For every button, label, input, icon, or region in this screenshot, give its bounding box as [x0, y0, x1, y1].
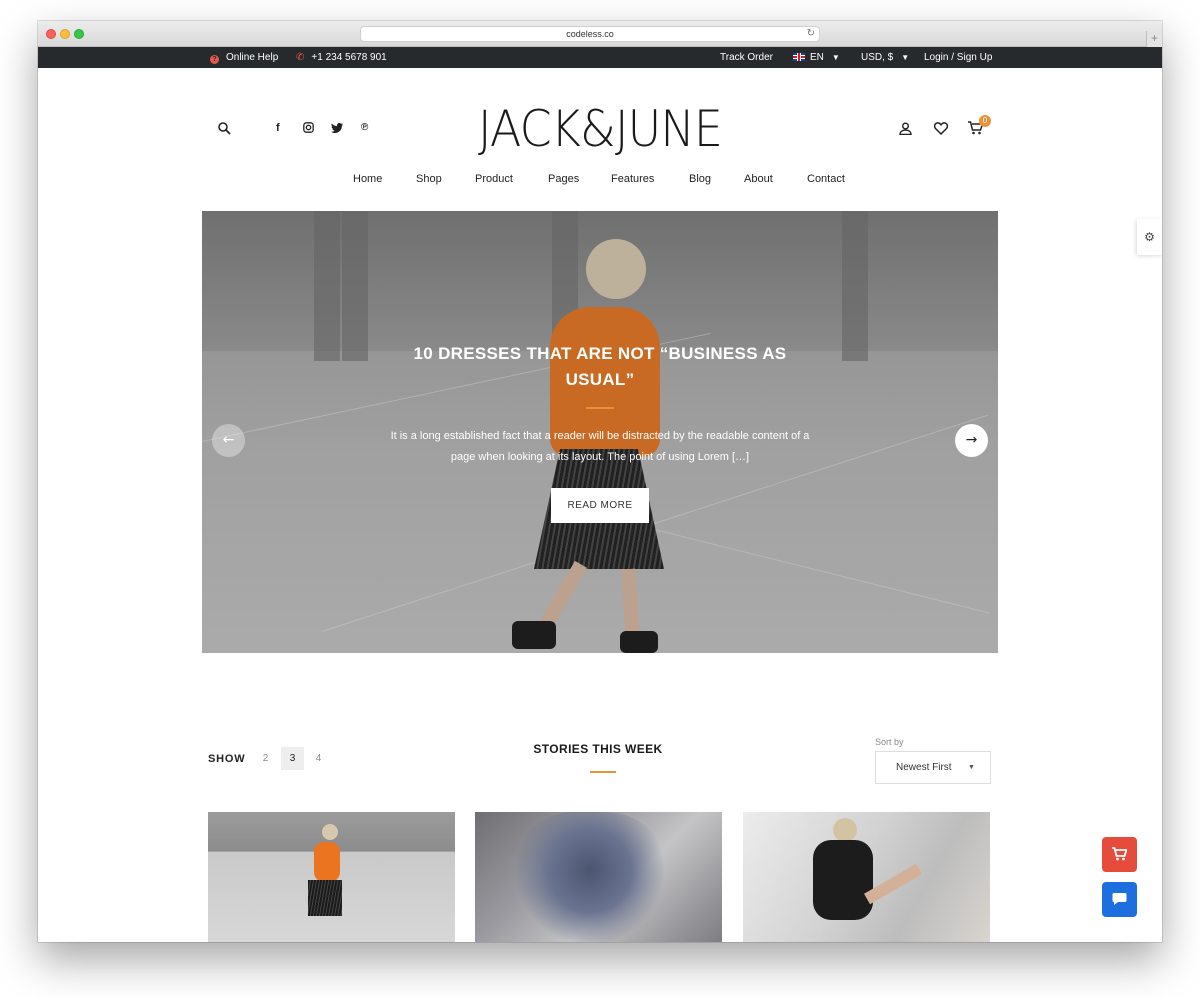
show-label: SHOW: [208, 753, 246, 765]
browser-chrome: codeless.co ↻ +: [38, 21, 1162, 47]
story-card-image[interactable]: [743, 812, 990, 942]
chat-icon: [1112, 893, 1127, 905]
language-selector[interactable]: EN ▼: [793, 47, 840, 68]
floating-cart-button[interactable]: [1102, 837, 1137, 872]
minimize-window-button[interactable]: [60, 29, 70, 39]
chevron-down-icon: ▼: [968, 764, 975, 771]
nav-home[interactable]: Home: [353, 173, 382, 189]
search-icon[interactable]: [218, 122, 231, 135]
maximize-window-button[interactable]: [74, 29, 84, 39]
chevron-down-icon: ▼: [901, 53, 910, 62]
section-divider: [590, 771, 616, 773]
section-title: STORIES THIS WEEK: [533, 742, 663, 756]
online-help-label: Online Help: [226, 52, 279, 63]
heart-icon[interactable]: [934, 122, 948, 135]
hero-divider: [586, 407, 614, 409]
phone-icon: ✆: [296, 52, 305, 63]
show-option-2[interactable]: 2: [254, 747, 277, 770]
cart-count-badge: 0: [979, 115, 991, 127]
slider-next-button[interactable]: →: [955, 424, 988, 457]
nav-features[interactable]: Features: [611, 173, 654, 189]
new-tab-button[interactable]: +: [1146, 31, 1162, 47]
story-card-image[interactable]: [208, 812, 455, 942]
address-bar[interactable]: codeless.co ↻: [360, 26, 820, 42]
help-icon: ?: [210, 55, 219, 64]
nav-shop[interactable]: Shop: [416, 173, 442, 189]
reload-icon[interactable]: ↻: [807, 27, 815, 41]
story-card-image[interactable]: [475, 812, 722, 942]
nav-product[interactable]: Product: [475, 173, 513, 189]
cart-icon: [1112, 847, 1128, 861]
phone-label: +1 234 5678 901: [311, 52, 387, 63]
hero-excerpt: It is a long established fact that a rea…: [390, 430, 810, 463]
settings-icon[interactable]: ⚙: [1137, 219, 1162, 255]
uk-flag-icon: [793, 53, 805, 61]
sort-by-label: Sort by: [875, 737, 904, 747]
login-link[interactable]: Login / Sign Up: [924, 47, 992, 68]
hero-title[interactable]: 10 DRESSES THAT ARE NOT “BUSINESS AS USU…: [400, 341, 800, 393]
sort-select[interactable]: Newest First ▼: [875, 751, 991, 784]
site-logo[interactable]: JACK&JUNE: [433, 99, 768, 159]
twitter-icon[interactable]: [331, 123, 343, 133]
nav-blog[interactable]: Blog: [689, 173, 711, 189]
sort-value: Newest First: [896, 762, 952, 773]
online-help-link[interactable]: ? Online Help: [210, 47, 278, 68]
currency-label: USD, $: [861, 52, 894, 63]
hero-slider: 10 DRESSES THAT ARE NOT “BUSINESS AS USU…: [202, 211, 998, 653]
show-option-3[interactable]: 3: [281, 747, 304, 770]
facebook-icon[interactable]: f: [276, 122, 280, 134]
track-order-link[interactable]: Track Order: [720, 47, 773, 68]
nav-contact[interactable]: Contact: [807, 173, 845, 189]
floating-chat-button[interactable]: [1102, 882, 1137, 917]
read-more-button[interactable]: READ MORE: [551, 488, 649, 523]
address-text: codeless.co: [566, 29, 614, 39]
nav-pages[interactable]: Pages: [548, 173, 579, 189]
pinterest-icon[interactable]: ℗: [361, 122, 368, 133]
phone-link[interactable]: ✆ +1 234 5678 901: [296, 47, 387, 68]
user-icon[interactable]: [899, 122, 912, 135]
currency-selector[interactable]: USD, $ ▼: [861, 47, 909, 68]
chevron-down-icon: ▼: [831, 53, 840, 62]
nav-about[interactable]: About: [744, 173, 773, 189]
top-bar: ? Online Help ✆ +1 234 5678 901 Track Orde…: [38, 47, 1162, 68]
slider-prev-button[interactable]: ←: [212, 424, 245, 457]
language-label: EN: [810, 52, 824, 63]
show-option-4[interactable]: 4: [307, 747, 330, 770]
instagram-icon[interactable]: [303, 122, 314, 133]
close-window-button[interactable]: [46, 29, 56, 39]
browser-window: codeless.co ↻ + ? Online Help ✆ +1 234 567…: [38, 21, 1162, 942]
